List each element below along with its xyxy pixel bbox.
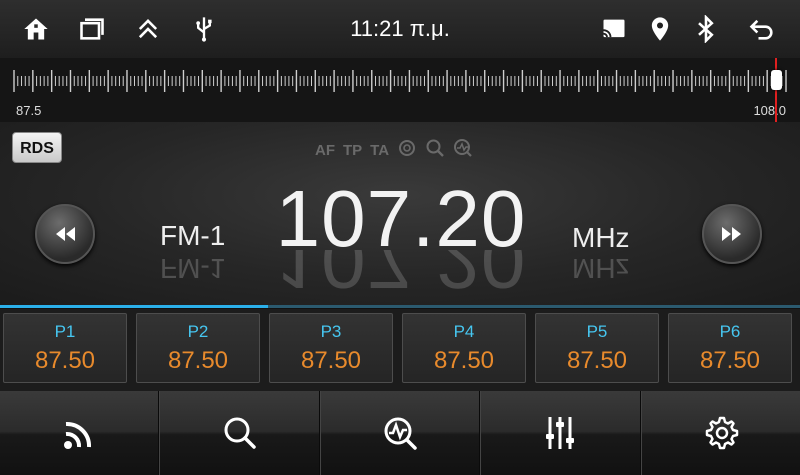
preset-button-p3[interactable]: P3 87.50 bbox=[269, 313, 393, 383]
fast-forward-icon bbox=[722, 227, 741, 241]
radio-signal-button[interactable] bbox=[0, 391, 160, 475]
preset-frequency: 87.50 bbox=[300, 347, 362, 374]
preset-label: P2 bbox=[187, 322, 209, 341]
seek-forward-button[interactable] bbox=[702, 204, 762, 264]
seek-progress-fill bbox=[0, 305, 268, 308]
preset-button-p4[interactable]: P4 87.50 bbox=[402, 313, 526, 383]
preset-frequency: 87.50 bbox=[167, 347, 229, 374]
radio-signal-icon bbox=[64, 421, 92, 449]
tuner-ticks bbox=[13, 70, 787, 92]
ta-flag: TA bbox=[370, 141, 390, 159]
band-label[interactable]: FM-1 bbox=[160, 220, 225, 252]
preset-frequency: 87.50 bbox=[34, 347, 96, 374]
seek-back-button[interactable] bbox=[35, 204, 95, 264]
rewind-icon bbox=[56, 227, 75, 241]
search-button[interactable] bbox=[159, 391, 320, 475]
preset-label: P3 bbox=[320, 322, 342, 341]
preset-label: P6 bbox=[719, 322, 741, 341]
preset-frequency: 87.50 bbox=[433, 347, 495, 374]
home-icon[interactable] bbox=[18, 11, 54, 47]
back-arrow-icon[interactable] bbox=[744, 11, 780, 47]
preset-frequency: 87.50 bbox=[566, 347, 628, 374]
radio-display: RDS AF TP TA FM-1 FM-1 107.20 107.20 MHz… bbox=[0, 122, 800, 305]
screen-cast-icon bbox=[596, 11, 632, 47]
bottom-toolbar bbox=[0, 391, 800, 475]
seek-progress-bar bbox=[0, 305, 800, 308]
search-icon bbox=[425, 138, 445, 162]
scale-max-label: 108.0 bbox=[753, 103, 786, 118]
scan-icon bbox=[384, 417, 417, 450]
equalizer-icon bbox=[546, 417, 575, 449]
preset-button-p1[interactable]: P1 87.50 bbox=[3, 313, 127, 383]
band-label-reflection: FM-1 bbox=[160, 253, 226, 284]
location-pin-icon bbox=[642, 11, 678, 47]
collapse-up-icon[interactable] bbox=[130, 11, 166, 47]
preset-label: P4 bbox=[453, 322, 475, 341]
preset-label: P1 bbox=[54, 322, 76, 341]
settings-gear-icon bbox=[705, 416, 739, 450]
tuner-slider-handle[interactable] bbox=[770, 70, 782, 90]
af-flag: AF bbox=[315, 141, 335, 159]
scale-min-label: 87.5 bbox=[16, 103, 42, 118]
frequency-reflection: 107.20 bbox=[275, 250, 527, 305]
preset-button-p2[interactable]: P2 87.50 bbox=[136, 313, 260, 383]
scan-button[interactable] bbox=[319, 391, 481, 475]
tuner-position-line bbox=[775, 58, 778, 122]
bluetooth-icon bbox=[688, 11, 724, 47]
equalizer-button[interactable] bbox=[480, 391, 641, 475]
preset-button-p6[interactable]: P6 87.50 bbox=[668, 313, 792, 383]
rds-flags: AF TP TA bbox=[315, 138, 473, 162]
frequency-unit-reflection: MHz bbox=[572, 253, 630, 284]
rds-button[interactable]: RDS bbox=[12, 132, 62, 163]
preset-button-p5[interactable]: P5 87.50 bbox=[535, 313, 659, 383]
search-icon bbox=[224, 417, 256, 449]
recent-apps-icon[interactable] bbox=[74, 11, 110, 47]
scan-icon bbox=[453, 138, 473, 162]
settings-button[interactable] bbox=[640, 391, 800, 475]
tuner-scale[interactable]: 87.5 108.0 bbox=[0, 58, 800, 122]
usb-icon bbox=[186, 11, 222, 47]
preset-label: P5 bbox=[586, 322, 608, 341]
preset-frequency: 87.50 bbox=[699, 347, 761, 374]
status-bar: 11:21 π.μ. bbox=[0, 0, 800, 58]
frequency-unit: MHz bbox=[572, 222, 630, 253]
preset-row: P1 87.50 P2 87.50 P3 87.50 P4 87.50 P5 8… bbox=[0, 309, 800, 391]
stereo-icon bbox=[397, 138, 417, 162]
tp-flag: TP bbox=[343, 141, 363, 159]
